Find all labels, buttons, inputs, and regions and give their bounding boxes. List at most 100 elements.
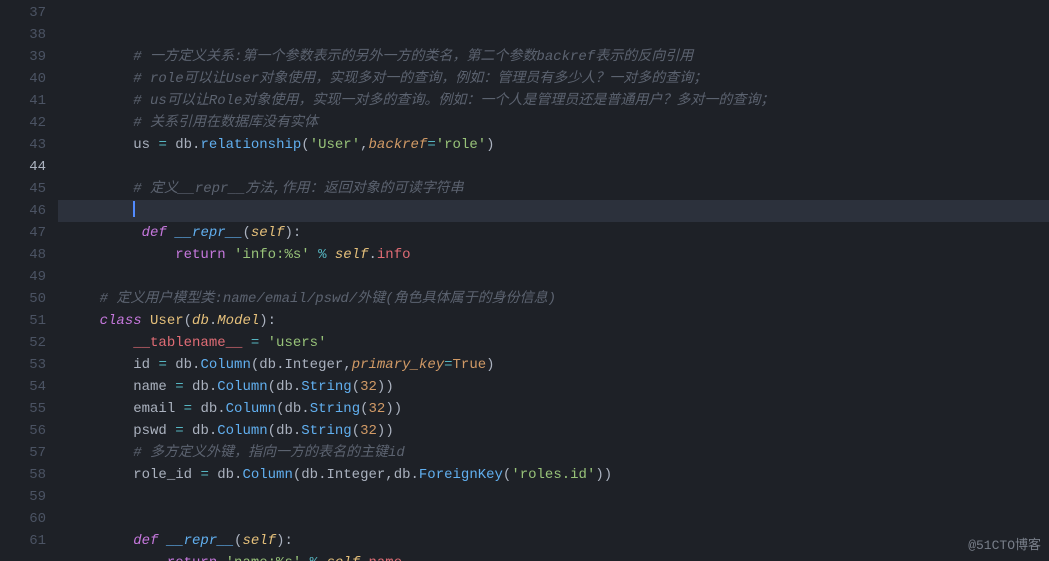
token: self xyxy=(335,247,369,263)
token: db xyxy=(192,313,209,329)
token: )) xyxy=(377,423,394,439)
token: # 定义__repr__方法,作用：返回对象的可读字符串 xyxy=(133,181,463,197)
code-line[interactable] xyxy=(66,486,1049,508)
token: Column xyxy=(226,401,276,417)
token: ( xyxy=(242,225,250,241)
token: 32 xyxy=(360,423,377,439)
line-number: 46 xyxy=(0,200,46,222)
token: return xyxy=(175,247,234,263)
token: Column xyxy=(242,467,292,483)
token: ForeignKey xyxy=(419,467,503,483)
token: = xyxy=(444,357,452,373)
code-line[interactable]: return 'info:%s' % self.info xyxy=(66,244,1049,266)
token: . xyxy=(368,247,376,263)
token: self xyxy=(242,533,276,549)
line-number: 48 xyxy=(0,244,46,266)
line-number-gutter: 3738394041424344454647484950515253545556… xyxy=(0,0,58,561)
line-number: 59 xyxy=(0,486,46,508)
code-line[interactable]: # 一方定义关系:第一个参数表示的另外一方的类名，第二个参数backref表示的… xyxy=(66,46,1049,68)
token: db. xyxy=(167,357,201,373)
token: # 关系引用在数据库没有实体 xyxy=(133,115,318,131)
token: id xyxy=(133,357,158,373)
token: us xyxy=(133,137,158,153)
token: ): xyxy=(284,225,301,241)
token: (db.Integer, xyxy=(251,357,352,373)
token: )) xyxy=(385,401,402,417)
token: def xyxy=(142,225,176,241)
code-line[interactable]: # 定义__repr__方法,作用：返回对象的可读字符串 xyxy=(66,178,1049,200)
token: String xyxy=(301,423,351,439)
token xyxy=(326,247,334,263)
line-number: 38 xyxy=(0,24,46,46)
token xyxy=(301,555,309,561)
code-line[interactable] xyxy=(66,156,1049,178)
token: email xyxy=(133,401,183,417)
token: (db. xyxy=(268,423,302,439)
token: = xyxy=(251,335,259,351)
line-number: 54 xyxy=(0,376,46,398)
code-line[interactable]: __tablename__ = 'users' xyxy=(66,332,1049,354)
token: # 定义用户模型类:name/email/pswd/外键(角色具体属于的身份信息… xyxy=(100,291,556,307)
token: __repr__ xyxy=(175,225,242,241)
code-line[interactable]: return 'name:%s' % self.name xyxy=(66,552,1049,561)
code-line[interactable] xyxy=(58,200,1049,222)
token: name xyxy=(133,379,175,395)
token xyxy=(310,247,318,263)
token: pswd xyxy=(133,423,175,439)
token: 'name:%s' xyxy=(226,555,302,561)
token: ) xyxy=(486,357,494,373)
line-number: 60 xyxy=(0,508,46,530)
code-line[interactable]: # us可以让Role对象使用，实现一对多的查询。例如：一个人是管理员还是普通用… xyxy=(66,90,1049,112)
code-line[interactable]: def __repr__(self): xyxy=(66,222,1049,244)
code-line[interactable]: id = db.Column(db.Integer,primary_key=Tr… xyxy=(66,354,1049,376)
code-line[interactable] xyxy=(66,508,1049,530)
token: % xyxy=(310,555,318,561)
token: = xyxy=(158,357,166,373)
line-number: 55 xyxy=(0,398,46,420)
code-line[interactable]: # 多方定义外键，指向一方的表名的主键id xyxy=(66,442,1049,464)
token: db. xyxy=(184,379,218,395)
line-number: 44 xyxy=(0,156,46,178)
token: ( xyxy=(352,423,360,439)
token: 32 xyxy=(369,401,386,417)
token: # 一方定义关系:第一个参数表示的另外一方的类名，第二个参数backref表示的… xyxy=(133,49,693,65)
token: = xyxy=(175,423,183,439)
token: self xyxy=(326,555,360,561)
line-number: 49 xyxy=(0,266,46,288)
code-line[interactable]: email = db.Column(db.String(32)) xyxy=(66,398,1049,420)
code-line[interactable] xyxy=(66,266,1049,288)
token: 'role' xyxy=(436,137,486,153)
line-number: 52 xyxy=(0,332,46,354)
token: class xyxy=(100,313,150,329)
line-number: 45 xyxy=(0,178,46,200)
token: def xyxy=(133,533,167,549)
line-number: 40 xyxy=(0,68,46,90)
code-line[interactable]: class User(db.Model): xyxy=(66,310,1049,332)
code-line[interactable]: def __repr__(self): xyxy=(66,530,1049,552)
code-area[interactable]: # 一方定义关系:第一个参数表示的另外一方的类名，第二个参数backref表示的… xyxy=(58,0,1049,561)
token: ( xyxy=(184,313,192,329)
code-line[interactable]: pswd = db.Column(db.String(32)) xyxy=(66,420,1049,442)
token: 'User' xyxy=(310,137,360,153)
token: = xyxy=(427,137,435,153)
code-line[interactable]: name = db.Column(db.String(32)) xyxy=(66,376,1049,398)
token: , xyxy=(360,137,368,153)
token: (db. xyxy=(276,401,310,417)
line-number: 47 xyxy=(0,222,46,244)
token: __tablename__ xyxy=(133,335,242,351)
token: (db.Integer,db. xyxy=(293,467,419,483)
watermark-text: @51CTO博客 xyxy=(968,535,1041,557)
token: primary_key xyxy=(352,357,444,373)
token: ): xyxy=(276,533,293,549)
code-line[interactable]: # role可以让User对象使用，实现多对一的查询，例如：管理员有多少人？一对… xyxy=(66,68,1049,90)
code-line[interactable]: # 关系引用在数据库没有实体 xyxy=(66,112,1049,134)
token: 'roles.id' xyxy=(511,467,595,483)
token: ): xyxy=(259,313,276,329)
code-line[interactable]: us = db.relationship('User',backref='rol… xyxy=(66,134,1049,156)
code-line[interactable]: role_id = db.Column(db.Integer,db.Foreig… xyxy=(66,464,1049,486)
code-line[interactable]: # 定义用户模型类:name/email/pswd/外键(角色具体属于的身份信息… xyxy=(66,288,1049,310)
token: self xyxy=(251,225,285,241)
line-number: 61 xyxy=(0,530,46,552)
token: )) xyxy=(595,467,612,483)
code-editor[interactable]: 3738394041424344454647484950515253545556… xyxy=(0,0,1049,561)
